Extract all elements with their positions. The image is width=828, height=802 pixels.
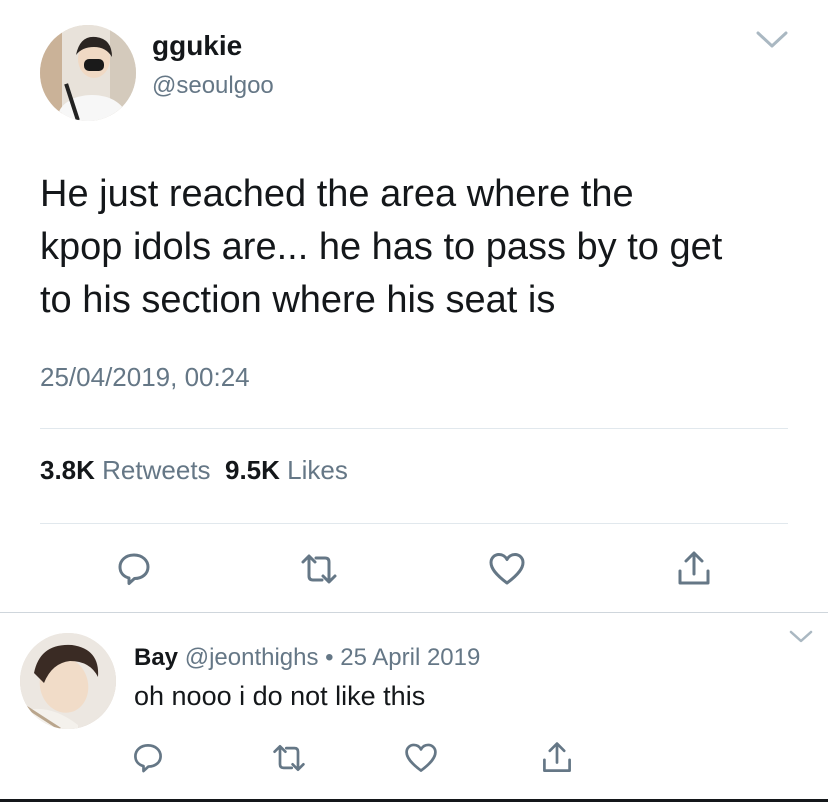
reply-date[interactable]: 25 April 2019: [340, 644, 480, 671]
avatar[interactable]: [40, 25, 136, 121]
chevron-down-icon[interactable]: [752, 28, 792, 52]
chevron-down-icon[interactable]: [786, 628, 816, 646]
like-icon[interactable]: [403, 740, 439, 776]
reply-icon[interactable]: [114, 549, 154, 589]
reply-text: oh nooo i do not like this: [134, 681, 426, 711]
tweet-stats: 3.8K Retweets 9.5K Likes: [40, 455, 348, 486]
reply-author-name[interactable]: Bay: [134, 644, 178, 671]
retweet-stat[interactable]: 3.8K Retweets: [40, 455, 211, 485]
avatar[interactable]: [20, 633, 116, 729]
tweet-text-line: to his section where his seat is: [40, 279, 556, 321]
retweets-count: 3.8K: [40, 455, 95, 485]
tweet-text-line: He just reached the area where the: [40, 173, 634, 215]
divider: [40, 428, 788, 429]
like-stat[interactable]: 9.5K Likes: [225, 455, 348, 485]
tweet-timestamp[interactable]: 25/04/2019, 00:24: [40, 362, 250, 393]
main-tweet: ggukie @seoulgoo He just reached the are…: [0, 0, 828, 612]
divider: [0, 612, 828, 613]
retweet-icon[interactable]: [299, 549, 339, 589]
like-icon[interactable]: [487, 549, 527, 589]
divider: [40, 523, 788, 524]
share-icon[interactable]: [539, 740, 575, 776]
separator-dot: •: [325, 644, 334, 671]
retweets-label: Retweets: [102, 455, 211, 485]
likes-count: 9.5K: [225, 455, 280, 485]
author-handle[interactable]: @seoulgoo: [152, 72, 274, 100]
reply-icon[interactable]: [130, 740, 166, 776]
reply-author-handle[interactable]: @jeonthighs: [185, 644, 319, 671]
tweet-text-line: kpop idols are... he has to pass by to g…: [40, 226, 723, 268]
likes-label: Likes: [287, 455, 348, 485]
share-icon[interactable]: [674, 549, 714, 589]
author-display-name[interactable]: ggukie: [152, 30, 242, 62]
retweet-icon[interactable]: [271, 740, 307, 776]
reply-header: Bay @jeonthighs • 25 April 2019: [134, 644, 480, 672]
tweet-text: He just reached the area where the kpop …: [40, 168, 800, 327]
